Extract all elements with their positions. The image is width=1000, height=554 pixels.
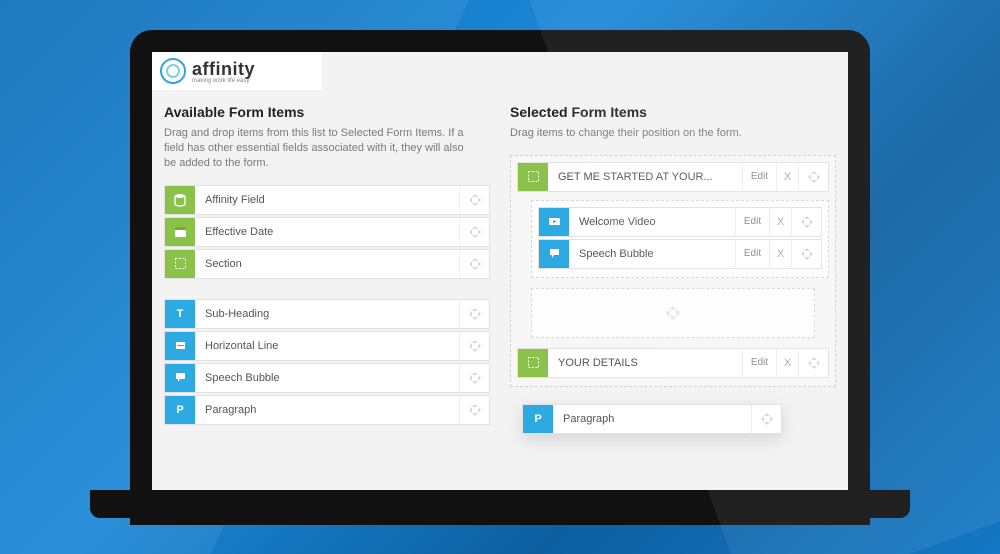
selected-hint: Drag items to change their position on t… — [510, 126, 810, 141]
section-icon — [518, 349, 548, 377]
selected-drop-area[interactable]: GET ME STARTED AT YOUR... Edit X Welco — [510, 155, 836, 387]
drag-handle-icon[interactable] — [791, 208, 821, 236]
available-items-panel: Available Form Items Drag and drop items… — [164, 104, 490, 427]
available-group-layout: T Sub-Heading Horizontal Line — [164, 299, 490, 425]
item-label: Paragraph — [195, 396, 459, 424]
remove-button[interactable]: X — [776, 163, 798, 191]
item-label: Effective Date — [195, 218, 459, 246]
available-item-speech-bubble[interactable]: Speech Bubble — [164, 363, 490, 393]
available-group-data: Affinity Field Effective Date — [164, 185, 490, 279]
available-hint: Drag and drop items from this list to Se… — [164, 126, 464, 171]
drag-handle-icon[interactable] — [459, 396, 489, 424]
brand-bar: affinity making work life easy — [152, 52, 322, 90]
available-item-sub-heading[interactable]: T Sub-Heading — [164, 299, 490, 329]
line-icon — [165, 332, 195, 360]
item-label: YOUR DETAILS — [548, 349, 742, 377]
selected-item-welcome-video[interactable]: Welcome Video Edit X — [538, 207, 822, 237]
section-icon — [518, 163, 548, 191]
speech-icon — [539, 240, 569, 268]
text-icon: T — [165, 300, 195, 328]
item-label: Sub-Heading — [195, 300, 459, 328]
drag-handle-icon[interactable] — [459, 186, 489, 214]
drag-handle-icon[interactable] — [791, 240, 821, 268]
brand-name: affinity — [192, 59, 255, 80]
item-label: Section — [195, 250, 459, 278]
selected-section-your-details[interactable]: YOUR DETAILS Edit X — [517, 348, 829, 378]
remove-button[interactable]: X — [776, 349, 798, 377]
drag-handle-icon[interactable] — [459, 364, 489, 392]
available-item-affinity-field[interactable]: Affinity Field — [164, 185, 490, 215]
section-icon — [165, 250, 195, 278]
paragraph-icon: P — [165, 396, 195, 424]
video-icon — [539, 208, 569, 236]
dragging-item-paragraph[interactable]: P Paragraph — [522, 404, 782, 434]
available-heading: Available Form Items — [164, 104, 490, 120]
selected-heading: Selected Form Items — [510, 104, 836, 120]
calendar-icon — [165, 218, 195, 246]
laptop-frame: affinity making work life easy Available… — [130, 30, 870, 525]
drag-handle-icon[interactable] — [459, 300, 489, 328]
speech-icon — [165, 364, 195, 392]
remove-button[interactable]: X — [769, 240, 791, 268]
item-label: Welcome Video — [569, 208, 735, 236]
edit-button[interactable]: Edit — [735, 240, 769, 268]
selected-section-get-started[interactable]: GET ME STARTED AT YOUR... Edit X — [517, 162, 829, 192]
available-item-section[interactable]: Section — [164, 249, 490, 279]
database-icon — [165, 186, 195, 214]
brand-tagline: making work life easy — [192, 78, 255, 84]
drag-handle-icon[interactable] — [459, 250, 489, 278]
paragraph-icon: P — [523, 405, 553, 433]
selected-item-speech-bubble[interactable]: Speech Bubble Edit X — [538, 239, 822, 269]
item-label: Affinity Field — [195, 186, 459, 214]
edit-button[interactable]: Edit — [742, 163, 776, 191]
item-label: GET ME STARTED AT YOUR... — [548, 163, 742, 191]
selected-items-panel: Selected Form Items Drag items to change… — [510, 104, 836, 427]
drag-handle-icon[interactable] — [459, 332, 489, 360]
item-label: Speech Bubble — [569, 240, 735, 268]
drag-handle-icon[interactable] — [751, 405, 781, 433]
available-item-horizontal-line[interactable]: Horizontal Line — [164, 331, 490, 361]
item-label: Horizontal Line — [195, 332, 459, 360]
available-item-effective-date[interactable]: Effective Date — [164, 217, 490, 247]
drag-handle-icon[interactable] — [798, 349, 828, 377]
available-item-paragraph[interactable]: P Paragraph — [164, 395, 490, 425]
app-screen: affinity making work life easy Available… — [152, 52, 848, 497]
affinity-logo-icon — [160, 58, 186, 84]
drag-handle-icon[interactable] — [459, 218, 489, 246]
laptop-base — [90, 490, 910, 518]
item-label: Speech Bubble — [195, 364, 459, 392]
edit-button[interactable]: Edit — [742, 349, 776, 377]
remove-button[interactable]: X — [769, 208, 791, 236]
edit-button[interactable]: Edit — [735, 208, 769, 236]
section-children[interactable]: Welcome Video Edit X Speech Bubble — [531, 200, 829, 278]
drag-handle-icon[interactable] — [798, 163, 828, 191]
drag-handle-icon — [658, 305, 688, 321]
item-label: Paragraph — [553, 405, 751, 433]
drop-target[interactable] — [531, 288, 815, 338]
